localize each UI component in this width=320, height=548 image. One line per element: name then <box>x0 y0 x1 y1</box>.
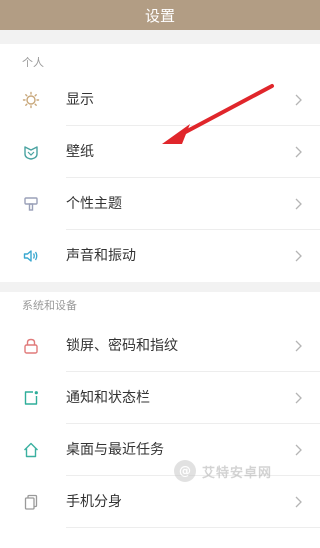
section-gap <box>0 30 320 44</box>
annotation-arrow-icon <box>162 84 274 144</box>
chevron-right-icon <box>295 94 302 106</box>
watermark-logo-icon: @ <box>174 460 196 482</box>
chevron-right-icon <box>295 392 302 404</box>
chevron-right-icon <box>295 146 302 158</box>
notification-icon <box>24 391 38 405</box>
section-label-system: 系统和设备 <box>22 299 77 312</box>
speaker-icon <box>23 250 38 262</box>
brightness-icon <box>22 91 40 109</box>
settings-item-label: 锁屏、密码和指纹 <box>66 338 178 354</box>
page-title: 设置 <box>144 6 175 25</box>
svg-text:@: @ <box>179 464 191 478</box>
settings-item-label: 壁纸 <box>66 144 94 160</box>
section-gap <box>0 282 320 292</box>
divider <box>66 527 320 528</box>
title-bar: 设置 <box>0 0 320 30</box>
chevron-right-icon <box>295 340 302 352</box>
chevron-right-icon <box>295 198 302 210</box>
settings-item-label: 通知和状态栏 <box>66 390 150 406</box>
settings-item-notifications[interactable]: 通知和状态栏 <box>0 372 320 424</box>
home-icon <box>24 442 38 458</box>
chevron-right-icon <box>295 444 302 456</box>
watermark-text: 艾特安卓网 <box>202 466 273 481</box>
chevron-right-icon <box>295 496 302 508</box>
chevron-right-icon <box>295 250 302 262</box>
section-label-personal: 个人 <box>22 56 44 69</box>
lock-icon <box>24 338 38 354</box>
settings-item-label: 桌面与最近任务 <box>66 442 164 458</box>
settings-item-lockscreen[interactable]: 锁屏、密码和指纹 <box>0 320 320 372</box>
settings-item-label: 手机分身 <box>66 494 122 510</box>
dual-apps-icon <box>24 494 38 510</box>
settings-item-sound[interactable]: 声音和振动 <box>0 230 320 282</box>
watermark: @ 艾特安卓网 <box>172 456 292 492</box>
wallpaper-icon <box>24 146 38 160</box>
settings-item-theme[interactable]: 个性主题 <box>0 178 320 230</box>
theme-brush-icon <box>24 197 38 211</box>
settings-item-label: 个性主题 <box>66 196 122 212</box>
settings-item-label: 显示 <box>66 92 94 108</box>
settings-item-label: 声音和振动 <box>66 248 136 264</box>
